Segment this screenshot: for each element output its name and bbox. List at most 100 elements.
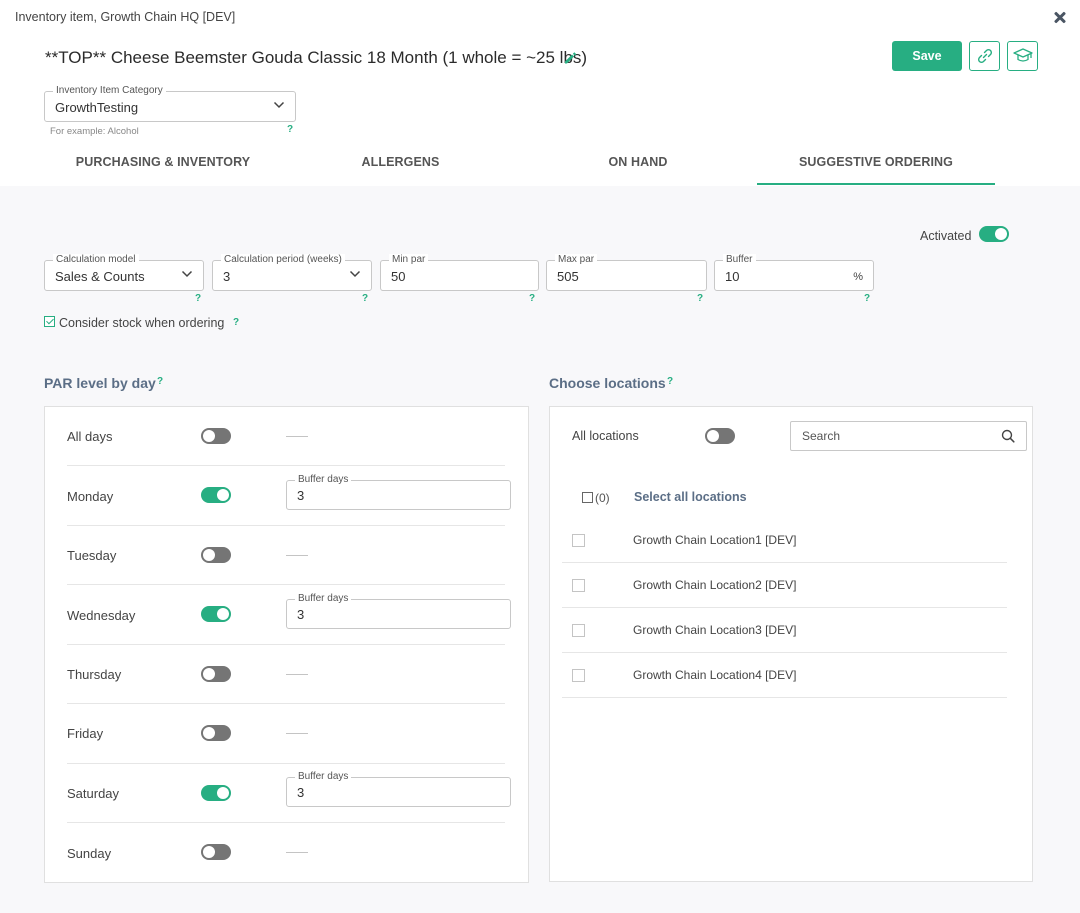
day-label: All days — [67, 429, 113, 444]
locations-panel: All locations (0) Select all locations G… — [549, 406, 1033, 882]
help-icon[interactable]: ? — [667, 376, 673, 387]
location-checkbox[interactable] — [572, 669, 585, 682]
day-row-wednesday: Wednesday Buffer days 3 — [67, 585, 511, 645]
tab-purchasing-inventory[interactable]: PURCHASING & INVENTORY — [44, 147, 282, 185]
activated-label: Activated — [920, 229, 972, 243]
day-label: Monday — [67, 489, 114, 504]
help-icon[interactable]: ? — [233, 317, 239, 328]
help-icon[interactable]: ? — [529, 293, 535, 304]
buffer-days-label: Buffer days — [295, 593, 352, 605]
tab-on-hand[interactable]: ON HAND — [519, 147, 757, 185]
all-locations-toggle[interactable] — [705, 428, 735, 444]
selected-count: (0) — [595, 491, 610, 505]
locations-section-title: Choose locations — [549, 375, 666, 391]
day-row-all: All days — [67, 407, 505, 466]
day-toggle[interactable] — [201, 487, 231, 503]
max-par-field[interactable]: Max par 505 — [546, 254, 707, 291]
day-toggle[interactable] — [201, 785, 231, 801]
category-hint: For example: Alcohol — [50, 126, 139, 137]
select-all-checkbox[interactable] — [582, 492, 593, 503]
buffer-days-value: 3 — [297, 785, 305, 800]
day-toggle[interactable] — [201, 725, 231, 741]
buffer-days-field[interactable]: Buffer days 3 — [286, 474, 511, 510]
min-par-value: 50 — [391, 269, 406, 284]
buffer-days-value: 3 — [297, 488, 305, 503]
empty-dash — [286, 436, 308, 437]
min-par-label: Min par — [389, 254, 429, 266]
search-icon[interactable] — [1001, 429, 1015, 443]
location-row[interactable]: Growth Chain Location4 [DEV] — [562, 653, 1007, 698]
calculation-model-select[interactable]: Calculation model Sales & Counts — [44, 254, 204, 291]
par-panel: All days Monday Buffer days 3 Tuesday We… — [44, 406, 529, 883]
help-icon[interactable]: ? — [157, 376, 163, 387]
day-toggle[interactable] — [201, 606, 231, 622]
select-all-label[interactable]: Select all locations — [634, 490, 747, 504]
pencil-icon[interactable] — [563, 51, 577, 65]
day-row-tuesday: Tuesday — [67, 526, 505, 585]
help-icon[interactable]: ? — [287, 124, 293, 135]
location-checkbox[interactable] — [572, 534, 585, 547]
buffer-days-field[interactable]: Buffer days 3 — [286, 593, 511, 629]
percent-suffix: % — [853, 271, 863, 283]
calculation-period-select[interactable]: Calculation period (weeks) 3 — [212, 254, 372, 291]
search-box — [790, 421, 1027, 451]
min-par-field[interactable]: Min par 50 — [380, 254, 539, 291]
day-label: Tuesday — [67, 548, 117, 563]
day-toggle[interactable] — [201, 428, 231, 444]
activated-toggle[interactable] — [979, 226, 1009, 242]
location-row[interactable]: Growth Chain Location2 [DEV] — [562, 563, 1007, 608]
buffer-days-field[interactable]: Buffer days 3 — [286, 771, 511, 807]
consider-stock-checkbox[interactable] — [44, 316, 55, 327]
location-row[interactable]: Growth Chain Location3 [DEV] — [562, 608, 1007, 653]
day-label: Thursday — [67, 667, 122, 682]
day-label: Sunday — [67, 846, 112, 861]
day-toggle[interactable] — [201, 666, 231, 682]
max-par-label: Max par — [555, 254, 598, 266]
location-row[interactable]: Growth Chain Location1 [DEV] — [562, 518, 1007, 563]
empty-dash — [286, 674, 308, 675]
tutorial-button[interactable] — [1007, 41, 1038, 71]
link-button[interactable] — [969, 41, 1000, 71]
save-button[interactable]: Save — [892, 41, 962, 71]
help-icon[interactable]: ? — [362, 293, 368, 304]
tab-suggestive-ordering[interactable]: SUGGESTIVE ORDERING — [757, 147, 995, 185]
tab-bar: PURCHASING & INVENTORY ALLERGENS ON HAND… — [44, 147, 995, 186]
location-label: Growth Chain Location3 [DEV] — [633, 623, 797, 637]
calculation-period-value: 3 — [223, 269, 231, 284]
help-icon[interactable]: ? — [864, 293, 870, 304]
day-row-saturday: Saturday Buffer days 3 — [67, 764, 511, 823]
location-label: Growth Chain Location2 [DEV] — [633, 578, 797, 592]
buffer-value: 10 — [725, 269, 740, 284]
day-row-friday: Friday — [67, 704, 505, 764]
help-icon[interactable]: ? — [697, 293, 703, 304]
day-row-monday: Monday Buffer days 3 — [67, 466, 511, 526]
search-input[interactable] — [791, 422, 991, 450]
location-checkbox[interactable] — [572, 624, 585, 637]
all-locations-label: All locations — [572, 429, 639, 443]
par-section-title: PAR level by day — [44, 375, 156, 391]
buffer-days-label: Buffer days — [295, 474, 352, 486]
buffer-label: Buffer — [723, 254, 756, 266]
calculation-period-label: Calculation period (weeks) — [221, 254, 345, 266]
day-toggle[interactable] — [201, 844, 231, 860]
category-select[interactable]: Inventory Item Category GrowthTesting — [44, 85, 296, 122]
buffer-days-label: Buffer days — [295, 771, 352, 783]
day-toggle[interactable] — [201, 547, 231, 563]
day-label: Friday — [67, 726, 104, 741]
buffer-field[interactable]: Buffer 10 % — [714, 254, 874, 291]
empty-dash — [286, 733, 308, 734]
modal-title: Inventory item, Growth Chain HQ [DEV] — [15, 10, 236, 24]
graduation-cap-icon — [1012, 48, 1033, 62]
day-label: Saturday — [67, 786, 120, 801]
chevron-down-icon — [349, 270, 361, 278]
close-icon[interactable] — [1051, 7, 1071, 27]
tab-allergens[interactable]: ALLERGENS — [282, 147, 519, 185]
day-label: Wednesday — [67, 608, 136, 623]
location-label: Growth Chain Location4 [DEV] — [633, 668, 797, 682]
buffer-days-value: 3 — [297, 607, 305, 622]
item-title: **TOP** Cheese Beemster Gouda Classic 18… — [45, 48, 588, 67]
location-checkbox[interactable] — [572, 579, 585, 592]
help-icon[interactable]: ? — [195, 293, 201, 304]
empty-dash — [286, 555, 308, 556]
category-label: Inventory Item Category — [53, 85, 166, 97]
